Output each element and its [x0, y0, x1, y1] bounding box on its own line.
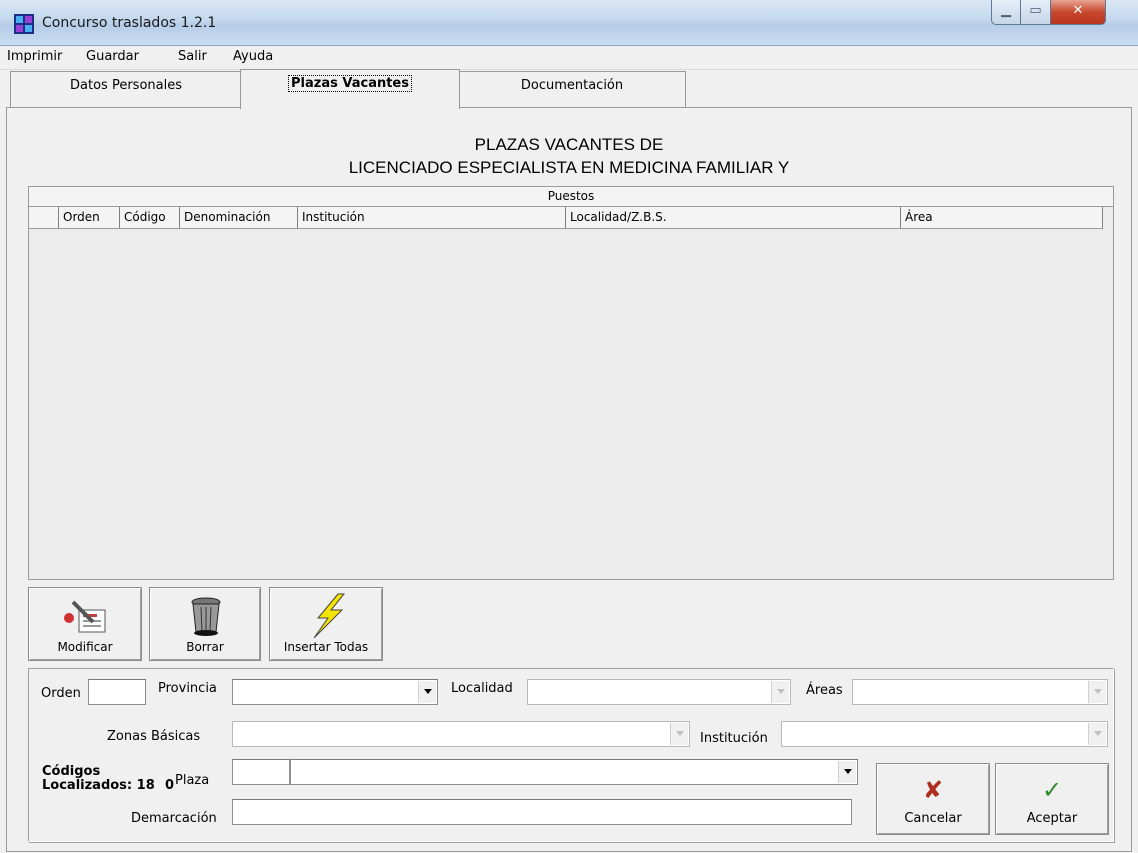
cancel-button[interactable]: ✘ Cancelar	[876, 763, 990, 835]
menu-imprimir[interactable]: Imprimir	[7, 49, 62, 64]
tab-documentacion[interactable]: Documentación	[458, 71, 686, 107]
modify-label: Modificar	[57, 640, 113, 654]
menu-guardar[interactable]: Guardar	[86, 49, 139, 64]
menu-bar: Imprimir Guardar Salir Ayuda	[0, 46, 1138, 70]
maximize-button[interactable]: ▭	[1021, 0, 1051, 25]
delete-button[interactable]: Borrar	[149, 587, 261, 661]
vacancies-table[interactable]: Puestos Orden Código Denominación Instit…	[28, 186, 1114, 580]
maximize-icon: ▭	[1029, 3, 1042, 18]
app-icon	[14, 14, 34, 34]
plaza-label: Plaza	[175, 773, 210, 788]
zonas-basicas-select[interactable]	[232, 721, 690, 747]
plaza-select[interactable]	[290, 759, 858, 785]
close-button[interactable]: ✕	[1051, 0, 1106, 25]
x-mark-icon: ✘	[922, 776, 944, 804]
localidad-select[interactable]	[527, 679, 791, 705]
modify-button[interactable]: Modificar	[28, 587, 142, 661]
column-institucion[interactable]: Institución	[298, 207, 566, 229]
column-orden[interactable]: Orden	[59, 207, 120, 229]
lightning-icon	[313, 593, 346, 638]
chevron-down-icon[interactable]	[771, 681, 789, 703]
orden-label: Orden	[41, 686, 81, 701]
demarcacion-input[interactable]	[232, 799, 852, 825]
row-indicator-header	[29, 207, 59, 229]
minimize-button[interactable]: ▁	[991, 0, 1021, 25]
table-band-header: Puestos	[29, 187, 1113, 207]
title-bar: Concurso traslados 1.2.1 ▁ ▭ ✕	[0, 0, 1138, 46]
institucion-label: Institución	[700, 731, 768, 746]
column-denominacion[interactable]: Denominación	[180, 207, 298, 229]
minimize-icon: ▁	[1001, 3, 1011, 18]
insert-all-button[interactable]: Insertar Todas	[269, 587, 383, 661]
checkmark-icon: ✓	[1041, 776, 1063, 804]
codigos-label-line1: Códigos	[42, 764, 101, 779]
codigos-count-suffix: 0	[165, 778, 175, 793]
codigos-label-line2: Localizados: 18	[42, 778, 155, 793]
window-title: Concurso traslados 1.2.1	[42, 15, 217, 31]
page-title: PLAZAS VACANTES DE	[474, 135, 664, 154]
menu-salir[interactable]: Salir	[178, 49, 207, 64]
edit-document-icon	[64, 600, 106, 633]
tab-label: Plazas Vacantes	[288, 75, 412, 92]
demarcacion-label: Demarcación	[131, 811, 217, 826]
chevron-down-icon[interactable]	[418, 681, 436, 703]
accept-button[interactable]: ✓ Aceptar	[995, 763, 1109, 835]
areas-label: Áreas	[806, 683, 843, 698]
provincia-label: Provincia	[158, 681, 217, 696]
page-subtitle: LICENCIADO ESPECIALISTA EN MEDICINA FAMI…	[348, 158, 790, 177]
tab-datos-personales[interactable]: Datos Personales	[10, 71, 242, 107]
provincia-select[interactable]	[232, 679, 438, 705]
localidad-label: Localidad	[451, 681, 513, 696]
insert-all-label: Insertar Todas	[283, 640, 369, 654]
plaza-code-input[interactable]	[232, 759, 290, 785]
chevron-down-icon[interactable]	[1088, 681, 1106, 703]
cancel-label: Cancelar	[904, 811, 962, 826]
zonas-basicas-label: Zonas Básicas	[107, 729, 201, 744]
trash-can-icon	[191, 597, 221, 636]
chevron-down-icon[interactable]	[1088, 723, 1106, 745]
institucion-select[interactable]	[781, 721, 1108, 747]
delete-label: Borrar	[186, 640, 224, 654]
column-localidad[interactable]: Localidad/Z.B.S.	[566, 207, 901, 229]
tab-plazas-vacantes[interactable]: Plazas Vacantes	[240, 69, 460, 109]
tab-label: Datos Personales	[70, 78, 182, 93]
accept-label: Aceptar	[1026, 811, 1078, 826]
chevron-down-icon[interactable]	[670, 723, 688, 745]
areas-select[interactable]	[852, 679, 1108, 705]
menu-ayuda[interactable]: Ayuda	[233, 49, 273, 64]
tab-label: Documentación	[520, 78, 624, 93]
column-area[interactable]: Área	[901, 207, 1103, 229]
column-codigo[interactable]: Código	[120, 207, 180, 229]
close-icon: ✕	[1072, 3, 1084, 18]
orden-input[interactable]	[88, 679, 146, 705]
chevron-down-icon[interactable]	[838, 761, 856, 783]
